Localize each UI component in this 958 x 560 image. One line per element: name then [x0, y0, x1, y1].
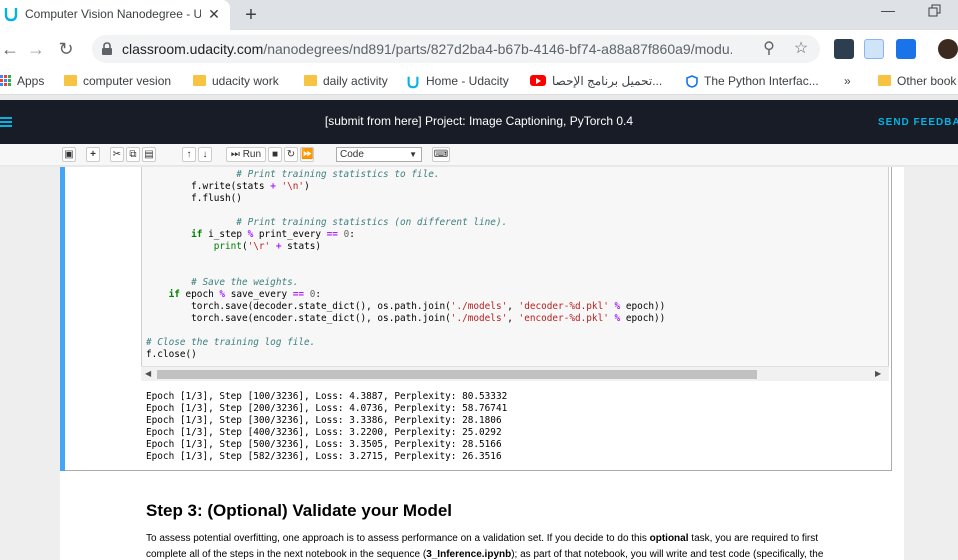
output-line: Epoch [1/3], Step [200/3236], Loss: 4.07… — [146, 403, 508, 414]
url-path: /nanodegrees/nd891/parts/827d2ba4-b67b-4… — [263, 41, 732, 57]
tab-title: Computer Vision Nanodegree - U — [25, 7, 201, 21]
para-text: To assess potential overfitting, one app… — [146, 533, 650, 544]
horizontal-scrollbar[interactable]: ◀ ▶ — [141, 366, 889, 381]
cell-type-value: Code — [340, 149, 364, 160]
browser-tab-active[interactable]: Computer Vision Nanodegree - U ✕ — [0, 0, 230, 30]
insert-cell-icon[interactable]: + — [86, 147, 100, 162]
close-tab-icon[interactable]: ✕ — [206, 6, 222, 22]
restore-window-icon[interactable] — [928, 4, 942, 18]
move-up-icon[interactable]: ↑ — [182, 147, 196, 162]
url-host: classroom.udacity.com — [122, 41, 264, 57]
folder-icon — [64, 75, 77, 87]
section-heading: Step 3: (Optional) Validate your Model — [146, 501, 453, 520]
bookmarks-bar: Apps computer vesion udacity work daily … — [0, 67, 958, 95]
para-text: complete all of the steps in the next no… — [146, 549, 427, 560]
url-text: classroom.udacity.com/nanodegrees/nd891/… — [122, 41, 732, 57]
bookmark-udacity-work[interactable]: udacity work — [193, 72, 279, 90]
extension-blue-icon[interactable] — [864, 39, 884, 59]
new-tab-icon[interactable]: + — [240, 4, 262, 26]
copy-icon[interactable]: ⧉ — [126, 147, 140, 162]
youtube-icon — [530, 75, 546, 87]
notebook-area: # Print training statistics to file. f.w… — [0, 167, 958, 560]
folder-icon — [193, 75, 206, 87]
bookmark-apps[interactable]: Apps — [0, 72, 44, 90]
bookmark-other[interactable]: Other book — [878, 72, 956, 90]
bookmark-home-udacity[interactable]: Home - Udacity — [406, 72, 509, 90]
extension-u-icon[interactable] — [834, 39, 854, 59]
chevron-down-icon: ▼ — [409, 150, 417, 159]
paste-icon[interactable]: ▤ — [142, 147, 156, 162]
run-button[interactable]: ⏭ Run — [226, 147, 266, 162]
browser-tab-strip: Computer Vision Nanodegree - U ✕ + — — [0, 0, 958, 30]
code-editor[interactable]: # Print training statistics to file. f.w… — [146, 169, 665, 361]
profile-avatar[interactable] — [938, 39, 958, 59]
move-down-icon[interactable]: ↓ — [198, 147, 212, 162]
para-bold: 3_Inference.ipynb — [426, 549, 512, 560]
section-paragraph: To assess potential overfitting, one app… — [146, 531, 866, 560]
para-text: ); as part of that notebook, you will wr… — [511, 549, 824, 560]
scroll-left-icon[interactable]: ◀ — [145, 369, 151, 378]
browser-toolbar: ← → ↻ classroom.udacity.com/nanodegrees/… — [0, 30, 958, 67]
udacity-favicon-icon — [4, 8, 18, 22]
output-line: Epoch [1/3], Step [582/3236], Loss: 3.27… — [146, 451, 502, 462]
output-line: Epoch [1/3], Step [500/3236], Loss: 3.35… — [146, 439, 502, 450]
apps-grid-icon — [0, 75, 11, 87]
folder-icon — [878, 75, 891, 87]
cell-type-select[interactable]: Code ▼ — [336, 147, 422, 162]
run-icon: ⏭ — [230, 149, 240, 160]
cell-selected-bar — [60, 167, 65, 471]
bookmark-python-interface[interactable]: The Python Interfac... — [686, 72, 819, 90]
bookmark-star-icon[interactable]: ☆ — [792, 40, 810, 58]
keyboard-icon[interactable]: ⌨ — [432, 147, 450, 162]
para-text: task, you are required to first — [688, 533, 819, 544]
para-bold: optional — [649, 533, 689, 544]
restart-run-all-icon[interactable]: ⏩ — [300, 147, 314, 162]
cell-output: Epoch [1/3], Step [100/3236], Loss: 4.38… — [146, 391, 507, 463]
project-title: [submit from here] Project: Image Captio… — [324, 114, 634, 128]
bookmarks-more-icon[interactable]: » — [844, 72, 851, 90]
output-line: Epoch [1/3], Step [300/3236], Loss: 3.33… — [146, 415, 502, 426]
zoom-search-icon[interactable]: ⚲ — [760, 40, 778, 58]
restart-icon[interactable]: ↻ — [284, 147, 298, 162]
forward-arrow-icon[interactable]: → — [26, 39, 46, 59]
jupyter-toolbar: ▣ + ✂ ⧉ ▤ ↑ ↓ ⏭ Run ■ ↻ ⏩ Code ▼ ⌨ — [0, 144, 958, 166]
interrupt-icon[interactable]: ■ — [268, 147, 282, 162]
udacity-icon — [407, 76, 419, 89]
reload-icon[interactable]: ↻ — [56, 39, 76, 59]
output-line: Epoch [1/3], Step [100/3236], Loss: 4.38… — [146, 391, 508, 402]
run-label: Run — [242, 149, 262, 160]
bookmark-daily-activity[interactable]: daily activity — [304, 72, 388, 90]
scrollbar-thumb[interactable] — [157, 370, 757, 379]
scroll-right-icon[interactable]: ▶ — [875, 369, 881, 378]
udacity-header: [submit from here] Project: Image Captio… — [0, 100, 958, 144]
save-icon[interactable]: ▣ — [62, 147, 76, 162]
back-arrow-icon[interactable]: ← — [0, 39, 20, 59]
shield-icon — [686, 75, 698, 89]
bookmark-computer-vesion[interactable]: computer vesion — [64, 72, 171, 90]
output-line: Epoch [1/3], Step [400/3236], Loss: 3.22… — [146, 427, 502, 438]
folder-icon — [304, 75, 317, 87]
bookmark-youtube-arabic[interactable]: تحميل برنامج الإحصا... — [530, 72, 662, 90]
extension-search-icon[interactable] — [896, 39, 916, 59]
minimize-window-icon[interactable]: — — [878, 2, 898, 22]
address-bar[interactable]: classroom.udacity.com/nanodegrees/nd891/… — [92, 35, 820, 63]
send-feedback-button[interactable]: SEND FEEDBACK — [878, 117, 958, 128]
lock-icon — [102, 42, 112, 55]
cut-icon[interactable]: ✂ — [110, 147, 124, 162]
